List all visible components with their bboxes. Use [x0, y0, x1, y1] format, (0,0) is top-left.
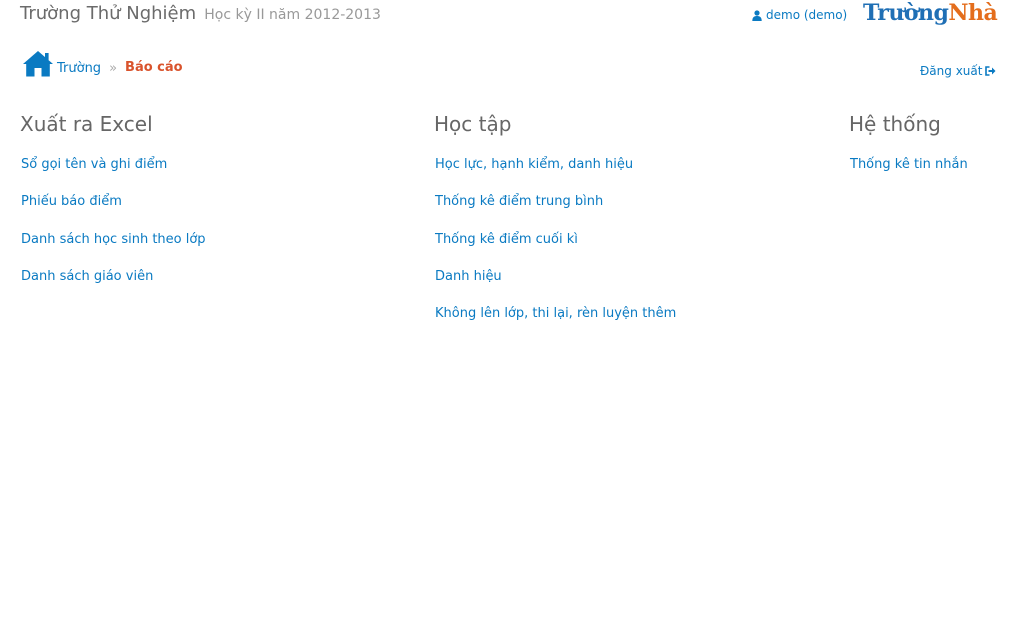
breadcrumb-current: Báo cáo	[125, 60, 183, 75]
brand-logo-part1: Trường	[863, 0, 949, 26]
report-list-excel: Sổ gọi tên và ghi điểm Phiếu báo điểm Da…	[20, 155, 206, 304]
report-link[interactable]: Phiếu báo điểm	[21, 194, 122, 209]
brand-logo[interactable]: TrườngNhà	[863, 0, 998, 26]
report-link[interactable]: Thống kê điểm trung bình	[435, 194, 603, 209]
report-link[interactable]: Học lực, hạnh kiểm, danh hiệu	[435, 157, 633, 172]
report-link[interactable]: Danh sách giáo viên	[21, 269, 153, 284]
user-name: demo (demo)	[766, 8, 848, 22]
breadcrumb-separator: »	[109, 61, 118, 76]
column-heading-system: Hệ thống	[849, 112, 941, 136]
report-column-system: Hệ thống Thống kê tin nhắn	[849, 112, 968, 192]
report-link[interactable]: Không lên lớp, thi lại, rèn luyện thêm	[435, 306, 676, 321]
report-column-study: Học tập Học lực, hạnh kiểm, danh hiệu Th…	[434, 112, 676, 341]
report-link[interactable]: Danh hiệu	[435, 269, 502, 284]
user-account-link[interactable]: demo (demo)	[752, 8, 847, 22]
list-item: Không lên lớp, thi lại, rèn luyện thêm	[435, 304, 676, 341]
list-item: Danh hiệu	[435, 267, 676, 304]
home-icon	[23, 51, 53, 77]
logout-link[interactable]: Đăng xuất	[920, 64, 996, 78]
list-item: Sổ gọi tên và ghi điểm	[21, 155, 206, 192]
report-link[interactable]: Sổ gọi tên và ghi điểm	[21, 157, 167, 172]
list-item: Học lực, hạnh kiểm, danh hiệu	[435, 155, 676, 192]
list-item: Thống kê điểm cuối kì	[435, 230, 676, 267]
breadcrumb: Trường » Báo cáo	[22, 50, 183, 77]
school-term: Học kỳ II năm 2012-2013	[204, 7, 381, 23]
column-heading-excel: Xuất ra Excel	[20, 112, 153, 136]
list-item: Danh sách giáo viên	[21, 267, 206, 304]
school-name: Trường Thử Nghiệm	[20, 3, 197, 24]
report-column-excel: Xuất ra Excel Sổ gọi tên và ghi điểm Phi…	[20, 112, 206, 304]
report-list-system: Thống kê tin nhắn	[849, 155, 968, 192]
breadcrumb-home-label: Trường	[57, 61, 102, 76]
report-link[interactable]: Thống kê điểm cuối kì	[435, 232, 578, 247]
sign-out-icon	[985, 66, 996, 76]
list-item: Thống kê tin nhắn	[850, 155, 968, 192]
report-link[interactable]: Thống kê tin nhắn	[850, 157, 968, 172]
report-list-study: Học lực, hạnh kiểm, danh hiệu Thống kê đ…	[434, 155, 676, 341]
report-link[interactable]: Danh sách học sinh theo lớp	[21, 232, 206, 247]
list-item: Phiếu báo điểm	[21, 192, 206, 229]
logout-label: Đăng xuất	[920, 64, 983, 78]
list-item: Danh sách học sinh theo lớp	[21, 230, 206, 267]
list-item: Thống kê điểm trung bình	[435, 192, 676, 229]
home-link[interactable]: Trường	[22, 50, 101, 77]
site-title: Trường Thử Nghiệm Học kỳ II năm 2012-201…	[20, 3, 381, 24]
user-icon	[752, 9, 762, 21]
brand-logo-part2: Nhà	[948, 0, 998, 26]
column-heading-study: Học tập	[434, 112, 512, 136]
